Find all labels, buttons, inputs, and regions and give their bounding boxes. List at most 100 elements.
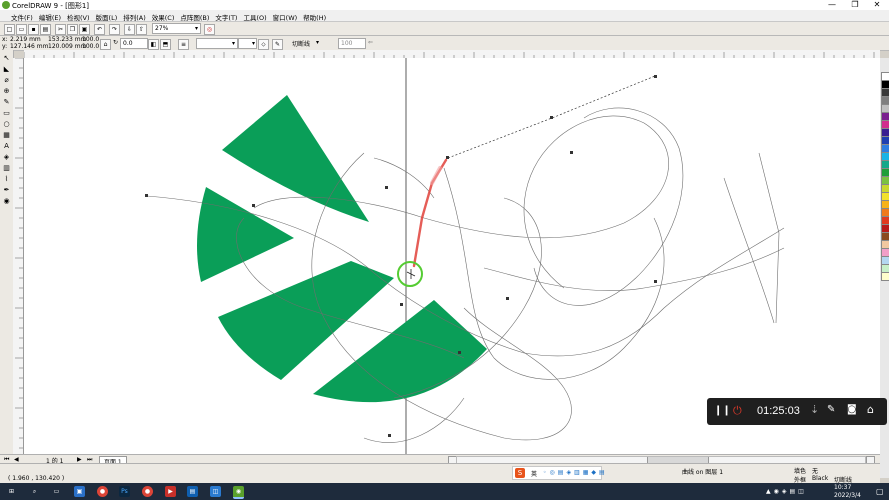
status-bar: ( 1.960 , 130.420 ) 曲线 on 图层 1 填色 无 外框 B…	[0, 463, 880, 484]
scale-x-field[interactable]: 100.0	[82, 36, 99, 43]
color-swatch[interactable]	[881, 272, 889, 281]
line-style-dropdown[interactable]: ▾	[238, 38, 257, 49]
menu-layout[interactable]: 版面(L)	[93, 10, 121, 22]
menu-window[interactable]: 窗口(W)	[270, 10, 301, 22]
toolbox: ↖ ◣ ⌀ ⊕ ✎ ▭ ○ ▦ A ◈ ▥ ⌇ ✒ ◉	[0, 50, 14, 454]
pick-tool-icon[interactable]: ↖	[2, 54, 11, 63]
recording-timer: 01:25:03	[757, 405, 800, 417]
menu-edit[interactable]: 编辑(E)	[36, 10, 64, 22]
zoom-tool-icon[interactable]: ⊕	[2, 87, 11, 96]
import-icon[interactable]: ⇩	[124, 24, 135, 35]
polygon-tool-icon[interactable]: ▦	[2, 131, 11, 140]
prev-page-icon[interactable]: ◀	[14, 456, 19, 463]
sogou-ime-icon[interactable]: S	[515, 468, 525, 478]
chrome-icon-2[interactable]: ●	[142, 486, 153, 497]
menu-bitmaps[interactable]: 点阵图(B)	[177, 10, 212, 22]
x-position-field[interactable]: 2.219 mm	[10, 36, 41, 43]
coreldraw-logo-icon	[2, 1, 10, 9]
rectangle-tool-icon[interactable]: ▭	[2, 109, 11, 118]
photoshop-icon[interactable]: Ps	[119, 486, 130, 497]
y-position-field[interactable]: 127.146 mm	[10, 43, 48, 50]
menu-file[interactable]: 文件(F)	[8, 10, 36, 22]
chrome-icon[interactable]: ●	[97, 486, 108, 497]
screen-recorder-widget: ❙❙ ⏻ 01:25:03 ⇣ ✎ ◙ ⌂	[707, 398, 887, 425]
chevron-down-icon: ▾	[231, 40, 235, 47]
interactive-fill-icon[interactable]: ◈	[2, 153, 11, 162]
notification-icon[interactable]: ▢	[876, 487, 884, 496]
eyedropper-tool-icon[interactable]: ⌇	[2, 175, 11, 184]
text-tool-icon[interactable]: A	[2, 142, 11, 151]
menu-view[interactable]: 检视(V)	[64, 10, 93, 22]
app-icon[interactable]: ▤	[187, 486, 198, 497]
home-icon[interactable]: ⌂	[867, 403, 874, 416]
file-explorer-icon[interactable]: ▣	[74, 486, 85, 497]
green-shapes[interactable]	[197, 95, 487, 403]
menu-tools[interactable]: 工具(O)	[240, 10, 269, 22]
menu-arrange[interactable]: 排列(A)	[120, 10, 149, 22]
start-arrow-dropdown[interactable]: ▾	[196, 38, 238, 49]
transparency-tool-icon[interactable]: ▥	[2, 164, 11, 173]
ime-mode-label[interactable]: 英	[531, 469, 537, 478]
height-field[interactable]: 120.009 mm	[48, 43, 86, 50]
shape-tool-icon[interactable]: ◣	[2, 65, 11, 74]
ime-tools-icon[interactable]: ◦◎▤◈▥▦◆▤	[543, 469, 608, 476]
outline-tool-icon[interactable]: ✒	[2, 186, 11, 195]
menu-help[interactable]: 帮助(H)	[300, 10, 329, 22]
fill-value: 无	[812, 468, 819, 475]
green-fan-segment[interactable]	[222, 95, 369, 222]
microphone-icon[interactable]: ⇣	[810, 403, 819, 416]
task-view-icon[interactable]: ▭	[51, 486, 62, 497]
new-icon[interactable]: □	[4, 24, 15, 35]
drawing-canvas[interactable]	[24, 58, 880, 454]
menu-effects[interactable]: 效果(C)	[149, 10, 178, 22]
pause-icon[interactable]: ❙❙	[714, 405, 731, 416]
mirror-h-icon[interactable]: ◧	[148, 39, 159, 50]
node-icon[interactable]: ⬦	[258, 39, 269, 50]
rotation-field[interactable]: 0.0	[120, 38, 148, 49]
outline-width-icon[interactable]: ≡	[178, 39, 189, 50]
coreldraw-taskbar-icon[interactable]: ◉	[233, 486, 244, 499]
ellipse-tool-icon[interactable]: ○	[2, 120, 11, 129]
open-icon[interactable]: ▭	[16, 24, 27, 35]
draw-icon[interactable]: ✎	[827, 404, 835, 415]
freehand-tool-icon[interactable]: ✎	[2, 98, 11, 107]
green-fan-segment[interactable]	[197, 187, 294, 282]
print-icon[interactable]: ▤	[40, 24, 51, 35]
camera-icon[interactable]: ◙	[847, 404, 857, 415]
smoothing-field[interactable]: 100	[338, 38, 366, 49]
next-page-icon[interactable]: ▶	[77, 456, 82, 463]
zoom-dropdown[interactable]: 27% ▾	[152, 23, 201, 34]
vertical-ruler	[13, 58, 24, 454]
chevron-down-icon: ▾	[194, 25, 198, 32]
undo-icon[interactable]: ↶	[94, 24, 105, 35]
export-icon[interactable]: ⇧	[136, 24, 147, 35]
windows-start-icon[interactable]: ⊞	[6, 486, 17, 497]
lock-ratio-icon[interactable]: ⌂	[100, 39, 111, 50]
save-icon[interactable]: ▪	[28, 24, 39, 35]
cut-icon[interactable]: ✂	[55, 24, 66, 35]
width-field[interactable]: 153.233 mm	[48, 36, 86, 43]
property-bar: x: 2.219 mm y: 127.146 mm 153.233 mm 120…	[0, 36, 889, 51]
knife-tool-icon[interactable]: ⌀	[2, 76, 11, 85]
pen-icon[interactable]: ✎	[272, 39, 283, 50]
minimize-button[interactable]: —	[821, 0, 843, 10]
maximize-button[interactable]: ❐	[844, 0, 866, 10]
media-app-icon[interactable]: ▶	[165, 486, 176, 497]
window-icon[interactable]: ◫	[210, 486, 221, 497]
scale-y-field[interactable]: 100.0	[82, 43, 99, 50]
menu-text[interactable]: 文字(T)	[212, 10, 240, 22]
stop-record-icon[interactable]: ⏻	[733, 404, 742, 418]
close-button[interactable]: ✕	[866, 0, 888, 10]
paste-icon[interactable]: ▣	[79, 24, 90, 35]
corel-online-icon[interactable]: ◎	[204, 24, 215, 35]
mirror-v-icon[interactable]: ⬒	[160, 39, 171, 50]
fill-tool-icon[interactable]: ◉	[2, 197, 11, 206]
redo-icon[interactable]: ↷	[109, 24, 120, 35]
chevron-down-icon[interactable]: ▾	[316, 39, 319, 46]
outline-type-label: 切断线	[292, 41, 311, 48]
copy-icon[interactable]: ❐	[67, 24, 78, 35]
smoothing-slider-icon[interactable]: ⇐	[368, 39, 373, 46]
search-icon[interactable]: ⌕	[29, 486, 40, 497]
system-tray-icon[interactable]: ▲◉◈▤◫	[766, 488, 807, 495]
object-info: 曲线 on 图层 1	[682, 469, 724, 476]
